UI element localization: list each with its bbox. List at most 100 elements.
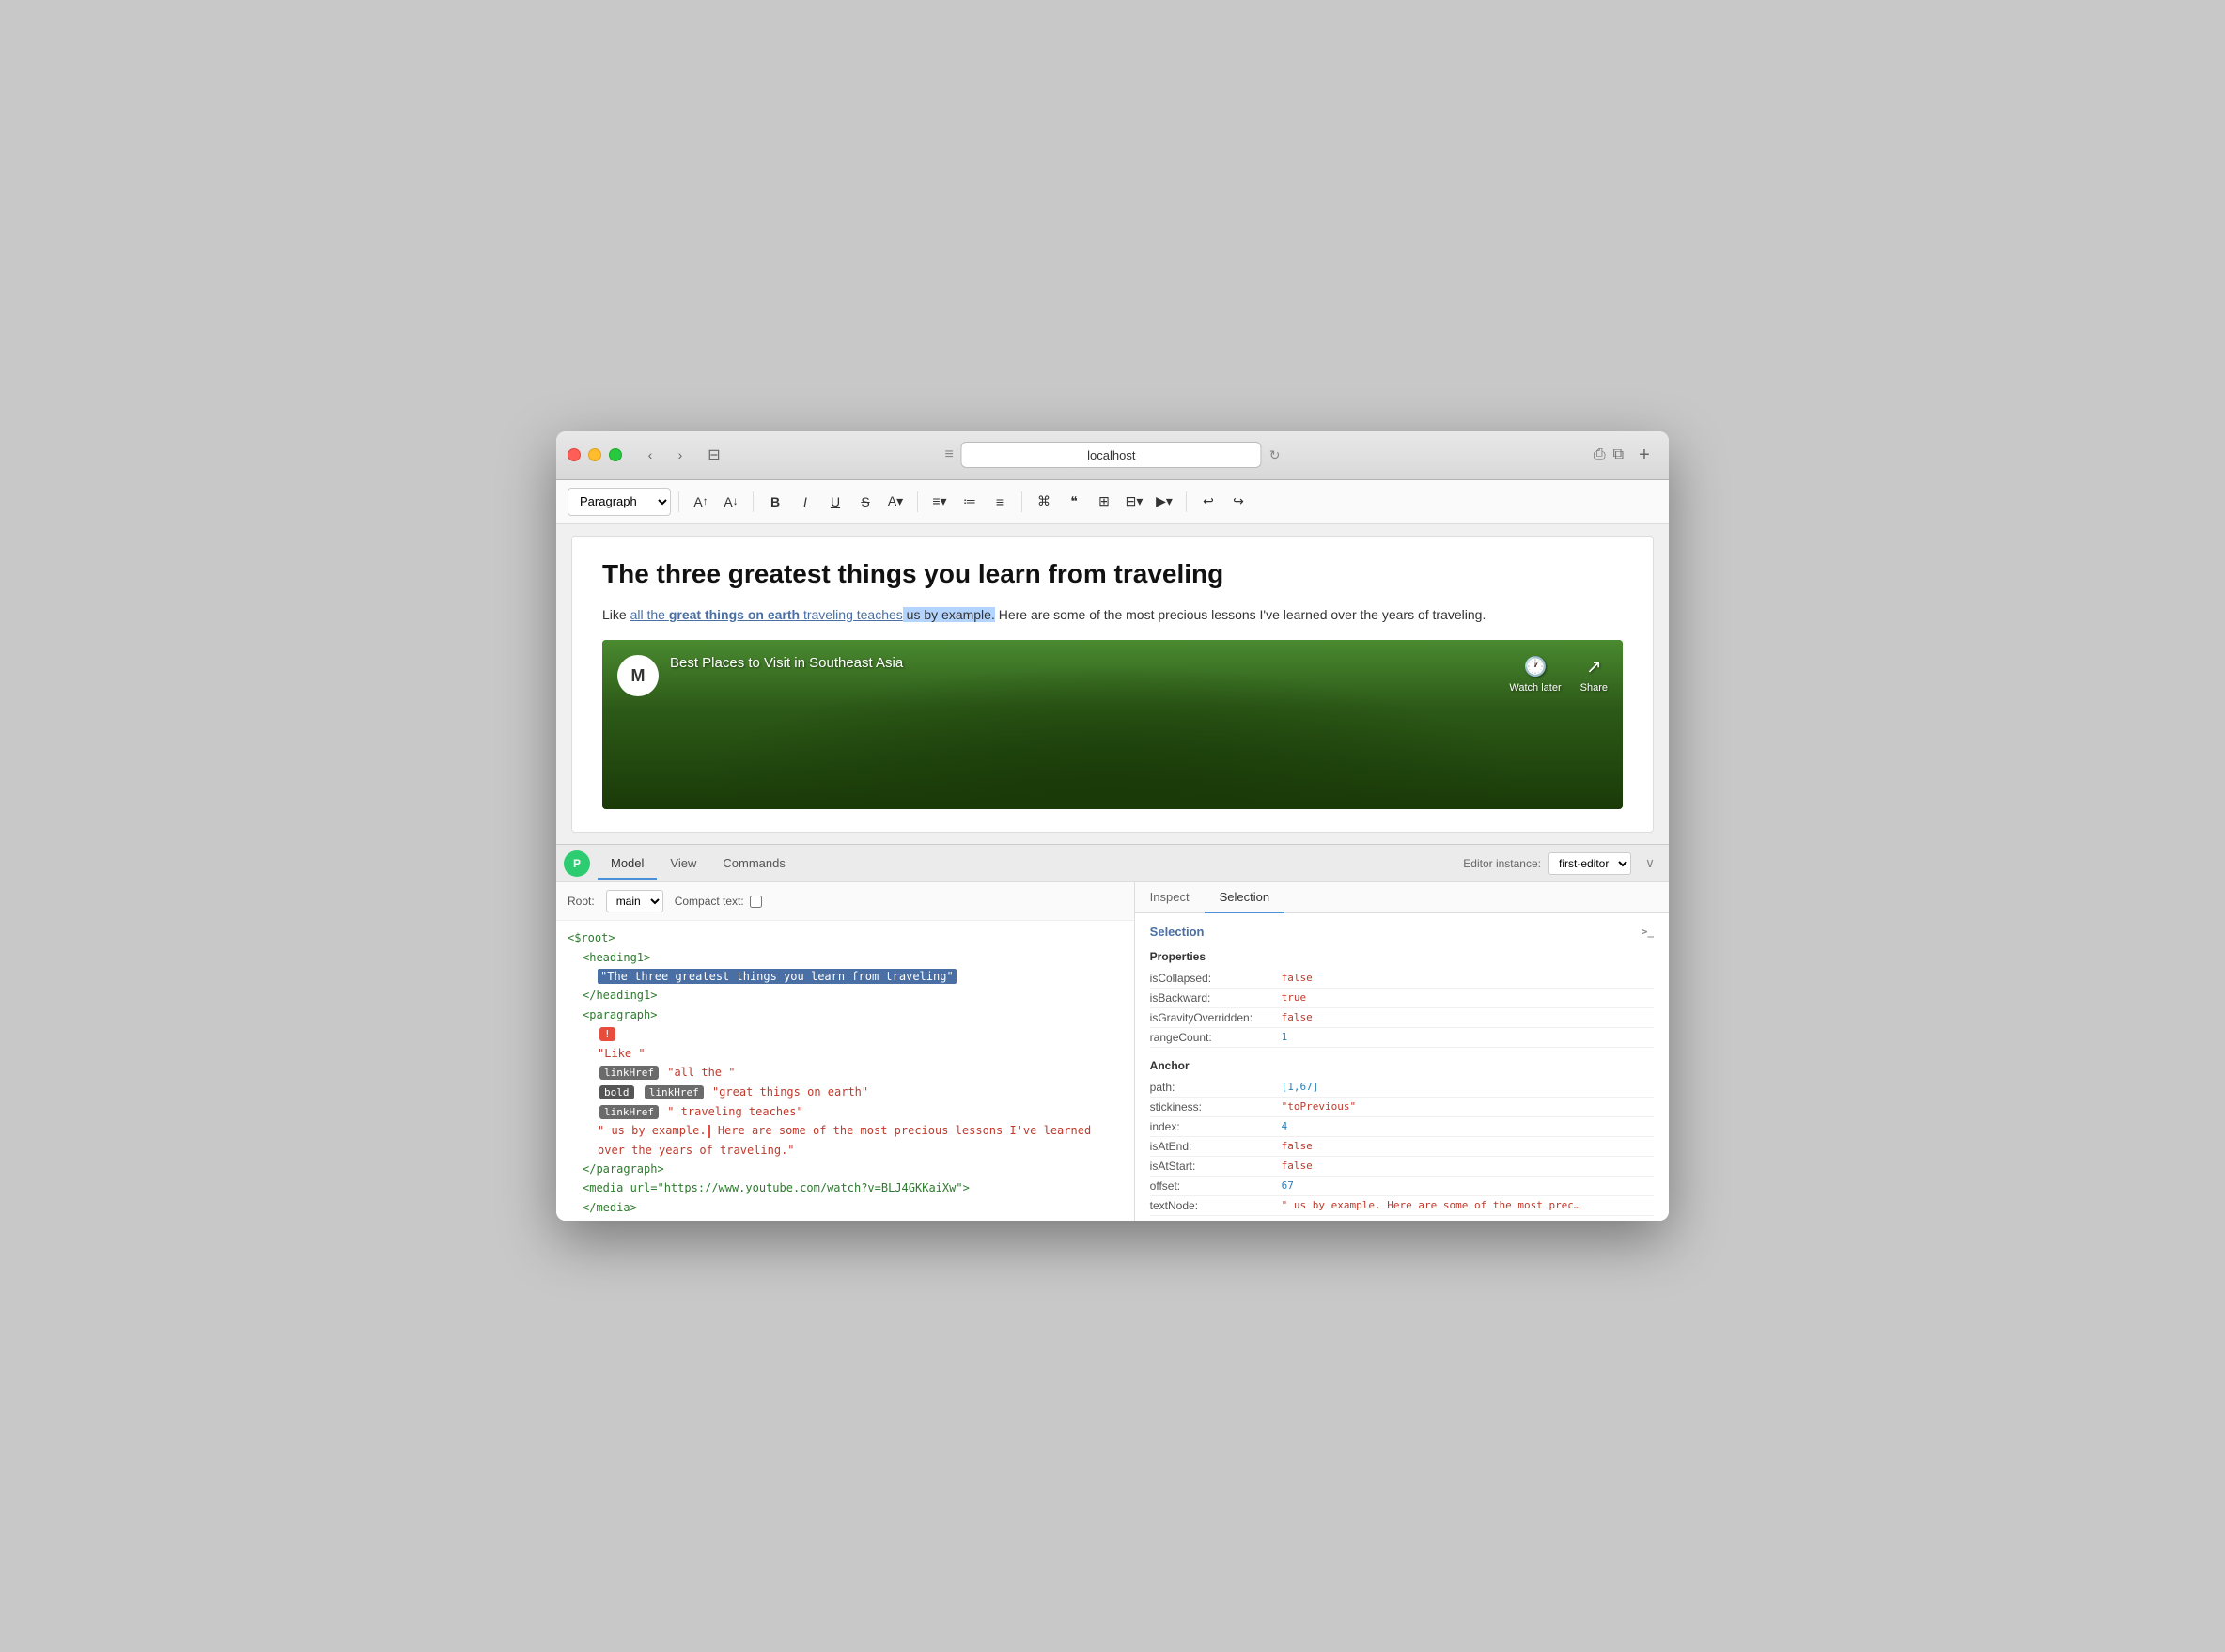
address-bar-area: ≡ localhost ↻ <box>944 442 1280 468</box>
refresh-icon[interactable]: ↻ <box>1269 447 1281 463</box>
decrease-text-button[interactable]: A↓ <box>717 488 745 516</box>
row-isbackward: isBackward: true <box>1150 989 1654 1008</box>
xml-like-string: "Like " <box>598 1047 646 1060</box>
editor-area[interactable]: The three greatest things you learn from… <box>571 536 1654 833</box>
tab-view[interactable]: View <box>657 849 709 880</box>
browser-window: ‹ › ⊟ ≡ localhost ↻ ⎙ ⧉ + Paragraph A↑ A… <box>556 431 1669 1221</box>
table-button[interactable]: ⊟▾ <box>1120 488 1148 516</box>
paragraph-select[interactable]: Paragraph <box>568 488 671 516</box>
unordered-list-button[interactable]: ≡ <box>986 488 1014 516</box>
toolbar-separator-5 <box>1186 491 1187 512</box>
link-button[interactable]: ⌘ <box>1030 488 1058 516</box>
history-group: ↩ ↪ <box>1194 488 1253 516</box>
window-icon[interactable]: ⧉ <box>1613 446 1624 463</box>
isbackward-val: true <box>1282 991 1307 1005</box>
toolbar-separator-1 <box>678 491 679 512</box>
undo-button[interactable]: ↩ <box>1194 488 1222 516</box>
tab-inspect[interactable]: Inspect <box>1135 882 1205 913</box>
video-embed[interactable]: M Best Places to Visit in Southeast Asia… <box>602 640 1623 809</box>
underline-button[interactable]: U <box>821 488 849 516</box>
xml-line-heading2: <heading2 <box>568 1217 1123 1221</box>
back-button[interactable]: ‹ <box>637 442 663 468</box>
offset-key: offset: <box>1150 1179 1282 1192</box>
textnode-val: " us by example. Here are some of the mo… <box>1282 1199 1580 1212</box>
ordered-list-button[interactable]: ≔ <box>956 488 984 516</box>
xml-line-heading1-close: </heading1> <box>568 986 1123 1005</box>
compact-label: Compact text: <box>675 895 744 908</box>
redo-button[interactable]: ↪ <box>1224 488 1253 516</box>
row-index: index: 4 <box>1150 1117 1654 1137</box>
title-bar: ‹ › ⊟ ≡ localhost ↻ ⎙ ⧉ + <box>556 431 1669 480</box>
italic-button[interactable]: I <box>791 488 819 516</box>
isatstart-val: false <box>1282 1160 1313 1173</box>
editor-toolbar: Paragraph A↑ A↓ B I U S A▾ ≡▾ ≔ ≡ ⌘ ❝ ⊞ … <box>556 480 1669 524</box>
xml-linkhref-badge-2: linkHref <box>645 1085 704 1099</box>
xml-line-paragraph-open: <paragraph> <box>568 1005 1123 1024</box>
close-button[interactable] <box>568 448 581 461</box>
share-icon[interactable]: ⎙ <box>1594 446 1606 463</box>
xml-line-paragraph-close: </paragraph> <box>568 1160 1123 1178</box>
editor-instance-select[interactable]: first-editor <box>1548 852 1631 875</box>
selected-text: us by example. <box>903 607 995 622</box>
align-group: ≡▾ ≔ ≡ <box>926 488 1014 516</box>
text-size-group: A↑ A↓ <box>687 488 745 516</box>
link-bold-text: great things on earth <box>669 607 800 622</box>
row-path: path: [1,67] <box>1150 1078 1654 1098</box>
highlight-button[interactable]: A▾ <box>881 488 910 516</box>
row-isatend: isAtEnd: false <box>1150 1137 1654 1157</box>
panel-collapse-button[interactable]: ∨ <box>1639 852 1661 875</box>
xml-line-media-open: <media url="https://www.youtube.com/watc… <box>568 1178 1123 1197</box>
main-content: The three greatest things you learn from… <box>556 524 1669 844</box>
menu-icon[interactable]: ≡ <box>944 446 953 463</box>
bold-button[interactable]: B <box>761 488 789 516</box>
tab-model[interactable]: Model <box>598 849 657 880</box>
inspector-content: Selection >_ Properties isCollapsed: fal… <box>1135 913 1669 1221</box>
address-bar[interactable]: localhost <box>961 442 1262 468</box>
offset-val: 67 <box>1282 1179 1294 1192</box>
row-rangecount: rangeCount: 1 <box>1150 1028 1654 1048</box>
section-cmd[interactable]: >_ <box>1642 926 1654 938</box>
editor-paragraph: Like all the great things on earth trave… <box>602 604 1623 625</box>
link-text[interactable]: all the great things on earth traveling … <box>630 607 903 622</box>
rangecount-key: rangeCount: <box>1150 1031 1282 1044</box>
root-select[interactable]: main <box>606 890 663 912</box>
format-group: B I U S A▾ <box>761 488 910 516</box>
bottom-panel: P Model View Commands Editor instance: f… <box>556 844 1669 1221</box>
forward-button[interactable]: › <box>667 442 693 468</box>
url-text: localhost <box>1087 448 1135 462</box>
xml-line-like: "Like " <box>568 1044 1123 1063</box>
tab-commands[interactable]: Commands <box>709 849 798 880</box>
row-iscollapsed: isCollapsed: false <box>1150 969 1654 989</box>
sidebar-toggle-button[interactable]: ⊟ <box>701 442 727 468</box>
image-button[interactable]: ⊞ <box>1090 488 1118 516</box>
xml-line-bold-linkhref: bold linkHref "great things on earth" <box>568 1083 1123 1102</box>
maximize-button[interactable] <box>609 448 622 461</box>
compact-input[interactable] <box>750 896 762 908</box>
quote-button[interactable]: ❝ <box>1060 488 1088 516</box>
xml-controls: Root: main Compact text: <box>556 882 1134 921</box>
xml-line-linkhref2: linkHref " traveling teaches" <box>568 1102 1123 1122</box>
properties-group-title: Properties <box>1150 950 1654 963</box>
tab-selection[interactable]: Selection <box>1205 882 1284 913</box>
iscollapsed-val: false <box>1282 972 1313 985</box>
align-button[interactable]: ≡▾ <box>926 488 954 516</box>
minimize-button[interactable] <box>588 448 601 461</box>
row-stickiness: stickiness: "toPrevious" <box>1150 1098 1654 1117</box>
video-content: M Best Places to Visit in Southeast Asia <box>617 655 1608 696</box>
rangecount-val: 1 <box>1282 1031 1288 1044</box>
xml-traveling-teaches-string: " traveling teaches" <box>667 1105 803 1118</box>
video-title: Best Places to Visit in Southeast Asia <box>670 655 903 671</box>
traffic-lights <box>568 448 622 461</box>
xml-line-heading1-open: <heading1> <box>568 948 1123 967</box>
add-tab-button[interactable]: + <box>1631 442 1657 468</box>
video-channel-letter: M <box>631 666 646 686</box>
isatstart-key: isAtStart: <box>1150 1160 1282 1173</box>
increase-text-button[interactable]: A↑ <box>687 488 715 516</box>
stickiness-key: stickiness: <box>1150 1100 1282 1114</box>
xml-line-title[interactable]: "The three greatest things you learn fro… <box>568 967 1123 986</box>
xml-line-badge: ! <box>568 1024 1123 1044</box>
media-button[interactable]: ▶▾ <box>1150 488 1178 516</box>
index-val: 4 <box>1282 1120 1288 1133</box>
isatend-key: isAtEnd: <box>1150 1140 1282 1153</box>
strikethrough-button[interactable]: S <box>851 488 879 516</box>
